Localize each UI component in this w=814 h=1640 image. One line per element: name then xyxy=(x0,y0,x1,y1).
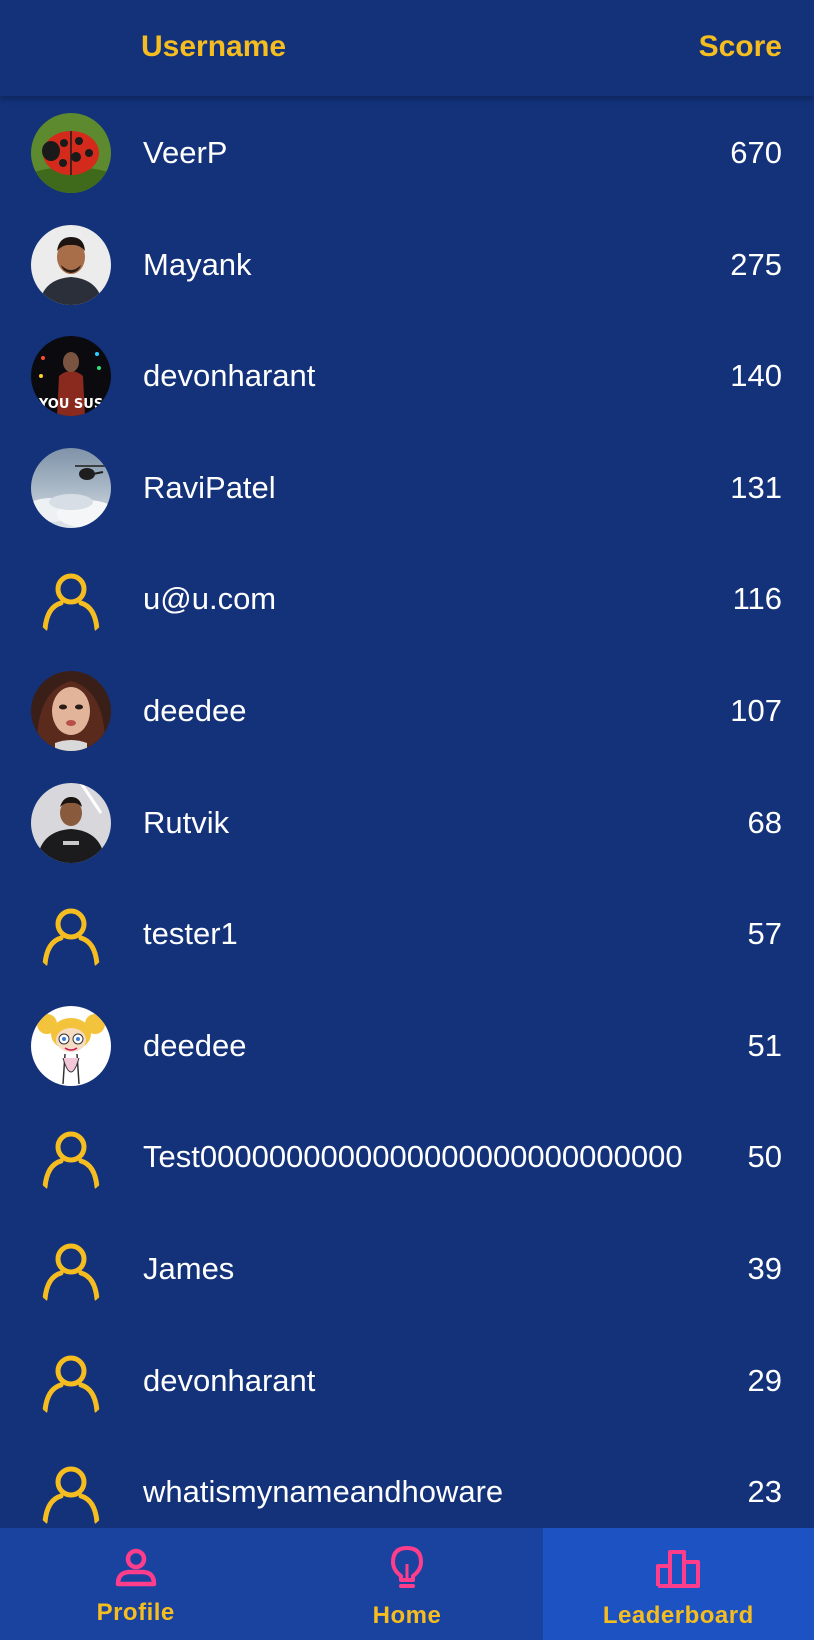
leaderboard-row[interactable]: VeerP 670 xyxy=(0,113,814,225)
avatar-overlay-text: YOU SUS xyxy=(38,397,103,412)
leaderboard-row[interactable]: Mayank 275 xyxy=(0,224,814,337)
row-score: 68 xyxy=(747,804,782,840)
leaderboard-header: Username Score xyxy=(0,0,814,96)
leaderboard-row[interactable]: deedee 51 xyxy=(0,1005,814,1118)
leaderboard-row[interactable]: deedee 107 xyxy=(0,670,814,783)
row-score: 57 xyxy=(747,916,782,952)
row-username: Mayank xyxy=(143,246,252,282)
leaderboard-row[interactable]: whatismynameandhoware 23 xyxy=(0,1452,814,1528)
row-username: tester1 xyxy=(143,916,238,952)
default-user-icon xyxy=(31,1228,111,1309)
row-score: 107 xyxy=(730,692,782,728)
row-score: 23 xyxy=(747,1474,782,1510)
leaderboard-row[interactable]: James 39 xyxy=(0,1228,814,1341)
tab-profile-label: Profile xyxy=(96,1599,175,1626)
leaderboard-row[interactable]: Test000000000000000000000000000000000000… xyxy=(0,1117,814,1229)
row-score: 140 xyxy=(730,358,782,394)
leaderboard-row[interactable]: u@u.com 116 xyxy=(0,559,814,671)
tab-leaderboard[interactable]: Leaderboard xyxy=(542,1528,814,1640)
person-icon xyxy=(115,1548,156,1587)
tab-home-label: Home xyxy=(372,1602,442,1629)
avatar-man-portrait-photo xyxy=(31,224,111,305)
leaderboard-row[interactable]: tester1 57 xyxy=(0,894,814,1006)
leaderboard-row[interactable]: YOU SUS devonharant 140 xyxy=(0,336,814,448)
row-username: RaviPatel xyxy=(143,469,276,505)
avatar-cartoon-girl-image xyxy=(31,1005,111,1086)
row-score: 275 xyxy=(730,246,782,282)
row-username: u@u.com xyxy=(143,581,277,617)
avatar-helicopter-clouds-photo xyxy=(31,447,111,528)
avatar-man-dark-sweatshirt-photo xyxy=(31,782,111,863)
row-username: Test000000000000000000000000000000000000 xyxy=(143,1139,683,1175)
row-score: 29 xyxy=(747,1362,782,1398)
leaderboard-row[interactable]: Rutvik 68 xyxy=(0,782,814,895)
default-user-icon xyxy=(31,1340,111,1421)
default-user-icon xyxy=(31,559,111,640)
row-score: 50 xyxy=(747,1139,782,1175)
leaderboard-row[interactable]: RaviPatel 131 xyxy=(0,447,814,560)
bottom-tab-bar: Profile Home Leaderboard xyxy=(0,1528,814,1640)
row-username: VeerP xyxy=(143,135,228,170)
lightbulb-icon xyxy=(390,1546,423,1588)
tab-home[interactable]: Home xyxy=(271,1528,542,1640)
row-username: devonharant xyxy=(143,358,316,394)
username-column-header: Username xyxy=(141,30,287,63)
leaderboard-screen: Username Score VeerP 670 Mayank 275 YOU … xyxy=(0,0,814,1640)
row-username: whatismynameandhoware xyxy=(143,1474,504,1510)
tab-profile[interactable]: Profile xyxy=(0,1528,271,1640)
avatar-ladybug-photo xyxy=(31,113,111,193)
bar-chart-icon xyxy=(656,1550,701,1588)
tab-leaderboard-label: Leaderboard xyxy=(602,1602,754,1629)
avatar-woman-portrait-photo xyxy=(31,670,111,751)
row-username: deedee xyxy=(143,692,247,728)
score-column-header: Score xyxy=(698,30,782,63)
leaderboard-list[interactable]: VeerP 670 Mayank 275 YOU SUS devonharant… xyxy=(0,96,814,1528)
row-score: 116 xyxy=(732,581,782,617)
row-score: 51 xyxy=(747,1027,782,1063)
row-username: Rutvik xyxy=(143,804,230,840)
row-username: James xyxy=(143,1250,235,1286)
default-user-icon xyxy=(31,894,111,975)
row-score: 131 xyxy=(730,469,782,505)
leaderboard-row[interactable]: devonharant 29 xyxy=(0,1340,814,1453)
avatar-game-character-photo: YOU SUS xyxy=(31,336,111,417)
row-score: 39 xyxy=(747,1250,782,1286)
row-score: 670 xyxy=(730,135,782,170)
row-username: deedee xyxy=(143,1027,247,1063)
default-user-icon xyxy=(31,1117,111,1198)
default-user-icon xyxy=(31,1452,111,1528)
row-username: devonharant xyxy=(143,1362,316,1398)
